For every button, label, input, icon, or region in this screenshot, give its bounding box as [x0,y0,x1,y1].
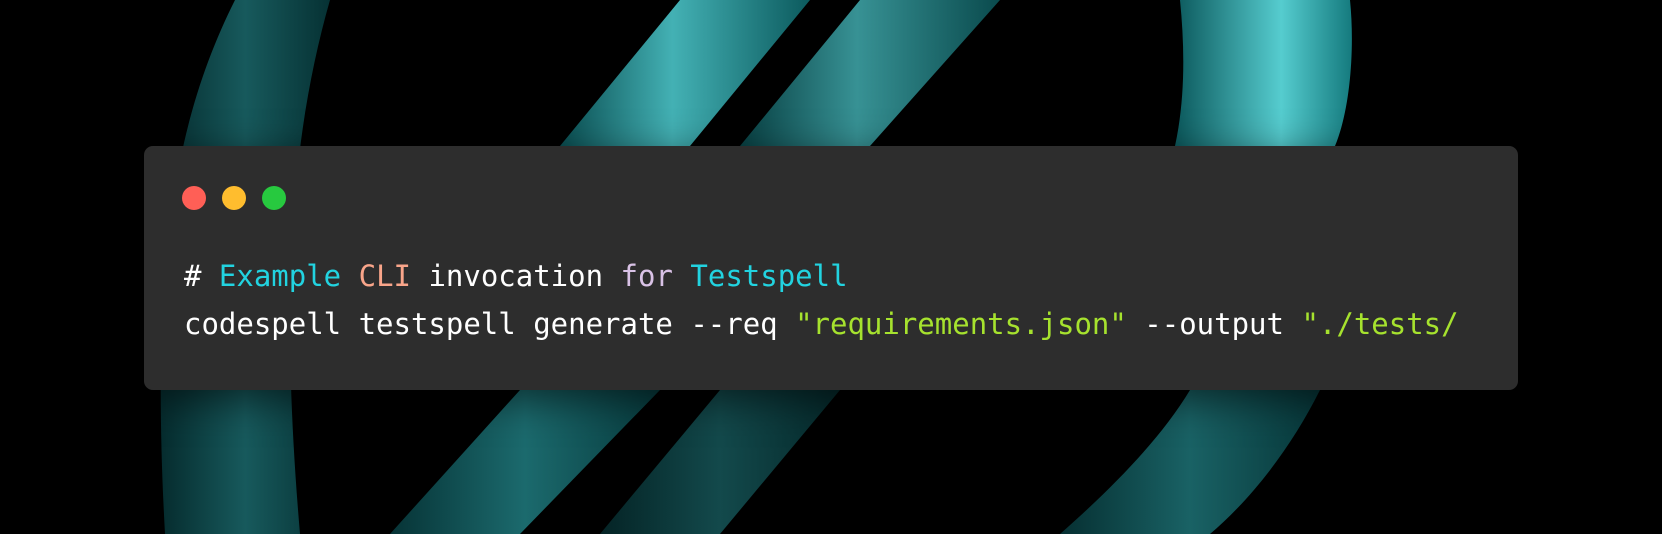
screenshot-canvas: # Example CLI invocation for Testspell co… [0,0,1662,534]
output-flag: --output [1126,307,1302,341]
code-line-command: codespell testspell generate --req "requ… [184,300,1459,348]
minimize-dot-icon [222,186,246,210]
code-line-comment: # Example CLI invocation for Testspell [184,252,1459,300]
code-window: # Example CLI invocation for Testspell co… [144,146,1518,390]
comment-hash: # [184,259,219,293]
code-block: # Example CLI invocation for Testspell co… [184,252,1459,348]
comment-word-testspell: Testspell [690,259,848,293]
req-string-value: "requirements.json" [795,307,1127,341]
right-ribbon-top-shape [1175,0,1352,146]
command-text: codespell testspell generate --req [184,307,796,341]
comment-word-invocation: invocation [428,259,604,293]
maximize-dot-icon [262,186,286,210]
comment-word-cli: CLI [358,259,411,293]
close-dot-icon [182,186,206,210]
comment-word-for: for [620,259,673,293]
comment-word-example: Example [218,259,342,293]
output-string-value: "./tests/ [1301,307,1459,341]
right-ribbon-bottom-shape [1060,390,1320,534]
